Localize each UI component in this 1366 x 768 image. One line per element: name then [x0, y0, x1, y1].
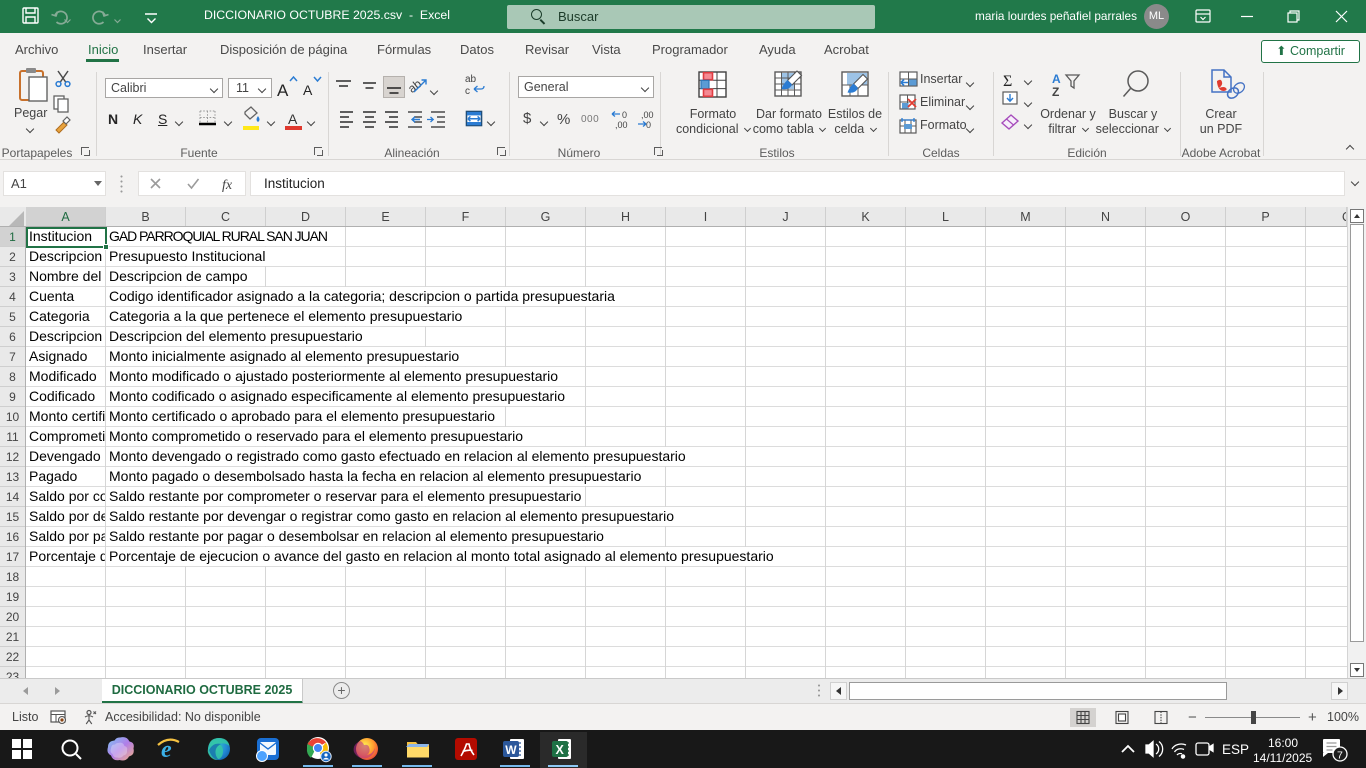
- svg-text:fx: fx: [222, 178, 233, 193]
- svg-text:0: 0: [646, 120, 651, 130]
- svg-text:,00: ,00: [615, 120, 628, 130]
- svg-text:ab: ab: [405, 76, 424, 95]
- svg-text:W: W: [505, 743, 517, 757]
- svg-text:Σ: Σ: [1003, 73, 1012, 90]
- svg-text:16:00: 16:00: [1268, 736, 1298, 750]
- svg-text:ab: ab: [465, 74, 477, 85]
- svg-text:14/11/2025: 14/11/2025: [1253, 751, 1312, 765]
- svg-text:A: A: [303, 82, 313, 98]
- svg-text:Z: Z: [1052, 85, 1059, 99]
- svg-text:ESP: ESP: [1222, 742, 1249, 757]
- svg-text:c: c: [465, 86, 470, 97]
- svg-text:,00: ,00: [641, 110, 654, 120]
- svg-text:A: A: [1052, 72, 1061, 86]
- svg-text:7: 7: [1337, 750, 1343, 762]
- svg-text:X: X: [556, 743, 565, 757]
- svg-text:A: A: [277, 81, 289, 100]
- svg-text:A: A: [288, 111, 298, 127]
- svg-text:0: 0: [622, 110, 627, 120]
